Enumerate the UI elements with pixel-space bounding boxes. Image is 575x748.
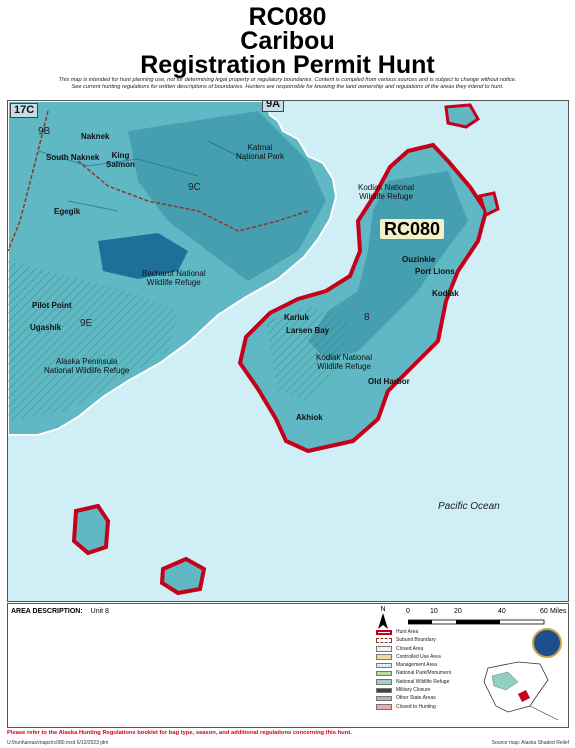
regulations-note: Please refer to the Alaska Hunting Regul… xyxy=(7,730,352,736)
place-kodiak-nwr-north-2: Wildlife Refuge xyxy=(359,192,413,201)
place-larsen-bay: Larsen Bay xyxy=(286,326,330,335)
scale-bar-graphic xyxy=(408,619,545,625)
legend-item: Controlled Use Area xyxy=(376,653,486,661)
place-katmai: Katmai National Park xyxy=(236,143,284,161)
area-description-value: Unit 8 xyxy=(90,608,109,615)
place-akhiok: Akhiok xyxy=(296,413,323,422)
map-header: RC080 Caribou Registration Permit Hunt T… xyxy=(0,0,575,100)
unit-label-17c: 17C xyxy=(10,103,39,118)
place-ouzinkie: Ouzinkie xyxy=(402,255,436,264)
place-kodiak-nwr-north-1: Kodiak National xyxy=(358,183,415,192)
place-karluk: Karluk xyxy=(284,313,309,322)
place-becharof-1: Becharof National xyxy=(142,269,206,278)
subunit-boundary-swatch xyxy=(376,637,392,644)
wildlife-refuge-swatch xyxy=(376,679,392,685)
legend-item: Closed Area xyxy=(376,645,486,653)
unit-label-9b: 9B xyxy=(38,126,51,137)
management-area-swatch xyxy=(376,662,392,669)
place-katmai-1: Katmai xyxy=(247,143,273,152)
place-south-naknek: South Naknek xyxy=(46,153,100,162)
legend-item: Closed to Hunting xyxy=(376,703,486,711)
legend-item: Management Area xyxy=(376,661,486,669)
legend-label: National Park/Monument xyxy=(396,670,452,677)
military-closure-swatch xyxy=(376,687,392,694)
place-egegik: Egegik xyxy=(54,207,81,216)
place-king-salmon-1: King xyxy=(111,151,130,160)
unit-label-9e: 9E xyxy=(80,318,93,329)
map-canvas xyxy=(8,101,568,601)
place-ugashik: Ugashik xyxy=(30,323,62,332)
place-becharof: Becharof National Wildlife Refuge xyxy=(142,269,206,287)
legend-item: National Park/Monument xyxy=(376,669,486,677)
legend-label: Other State Areas xyxy=(396,695,436,702)
legend-item: Subunit Boundary xyxy=(376,636,486,644)
legend-label: Closed Area xyxy=(396,645,424,652)
map-credits: U:\hunt\areas\maps\rc080.mxd 6/12/2023 j… xyxy=(7,740,569,746)
scale-tick-60: 60 xyxy=(540,608,548,615)
disclaimer-line-1: This map is intended for hunt planning u… xyxy=(58,77,517,83)
legend-label: Closed to Hunting xyxy=(396,703,436,710)
controlled-use-swatch xyxy=(376,654,392,660)
hunt-area-label: RC080 xyxy=(380,219,445,239)
place-kodiak-nwr-north: Kodiak National Wildlife Refuge xyxy=(358,183,414,201)
place-kodiak-nwr-south: Kodiak National Wildlife Refuge xyxy=(316,353,372,371)
scale-tick-0: 0 xyxy=(406,608,410,615)
place-kodiak-nwr-south-2: Wildlife Refuge xyxy=(317,362,371,371)
unit-label-8: 8 xyxy=(364,312,370,323)
legend-label: Subunit Boundary xyxy=(396,637,436,644)
place-kodiak-nwr-south-1: Kodiak National xyxy=(316,353,373,362)
closed-hunting-swatch xyxy=(376,704,392,710)
map-panel[interactable]: 17C 9B 9A 9C 9E 8 RC080 Naknek South Nak… xyxy=(7,100,569,602)
place-king-salmon: King Salmon xyxy=(106,151,135,169)
place-old-harbor: Old Harbor xyxy=(368,377,410,386)
area-description: AREA DESCRIPTION: Unit 8 xyxy=(11,608,109,615)
north-label: N xyxy=(380,606,386,613)
scale-unit: Miles xyxy=(550,608,567,615)
place-kodiak: Kodiak xyxy=(432,289,459,298)
chirikof-island xyxy=(71,503,111,556)
ocean-label: Pacific Ocean xyxy=(438,501,500,512)
legend-label: Controlled Use Area xyxy=(396,653,441,660)
legend-item: National Wildlife Refuge xyxy=(376,678,486,686)
marmot-island xyxy=(444,103,480,129)
legend-label: Management Area xyxy=(396,662,437,669)
legend-item: Other State Areas xyxy=(376,694,486,702)
legend-label: Hunt Area xyxy=(396,629,419,635)
state-areas-swatch xyxy=(376,695,392,702)
place-katmai-2: National Park xyxy=(236,152,285,161)
place-alaska-peninsula: Alaska Peninsula National Wildlife Refug… xyxy=(44,357,129,375)
place-ap-1: Alaska Peninsula xyxy=(56,357,118,366)
place-ap-2: National Wildlife Refuge xyxy=(44,366,130,375)
hunt-area-swatch xyxy=(376,629,392,635)
closed-area-swatch xyxy=(376,646,392,652)
disclaimer-line-2: See current hunting regulations for writ… xyxy=(71,84,504,90)
scale-tick-10: 10 xyxy=(430,608,438,615)
file-path: U:\hunt\areas\maps\rc080.mxd 6/12/2023 j… xyxy=(7,740,109,746)
map-info-panel: AREA DESCRIPTION: Unit 8 N 0 10 20 40 60… xyxy=(7,603,569,728)
place-king-salmon-2: Salmon xyxy=(106,160,135,169)
legend: Hunt Area Subunit Boundary Closed Area Cont… xyxy=(376,628,486,711)
legend-item: Hunt Area xyxy=(376,628,486,636)
place-becharof-2: Wildlife Refuge xyxy=(146,278,201,287)
place-naknek: Naknek xyxy=(81,132,110,141)
place-pilot-point: Pilot Point xyxy=(32,301,72,310)
place-port-lions: Port Lions xyxy=(415,267,455,276)
alaska-inset-map xyxy=(483,661,559,721)
legend-item: Military Closure xyxy=(376,686,486,694)
scale-tick-20: 20 xyxy=(454,608,462,615)
unit-label-9c: 9C xyxy=(188,182,201,193)
hunt-type-title: Registration Permit Hunt xyxy=(140,51,435,79)
area-description-label: AREA DESCRIPTION: xyxy=(11,608,83,615)
legend-label: Military Closure xyxy=(396,687,431,694)
source-map: Source map: Alaska Shaded Relief xyxy=(491,740,569,746)
legend-label: National Wildlife Refuge xyxy=(396,678,450,685)
north-arrow: N xyxy=(376,606,390,630)
north-arrow-icon xyxy=(378,613,388,629)
disclaimer: This map is intended for hunt planning u… xyxy=(8,77,567,91)
scale-tick-40: 40 xyxy=(498,608,506,615)
unit-label-9a: 9A xyxy=(262,101,285,112)
national-park-swatch xyxy=(376,670,392,677)
